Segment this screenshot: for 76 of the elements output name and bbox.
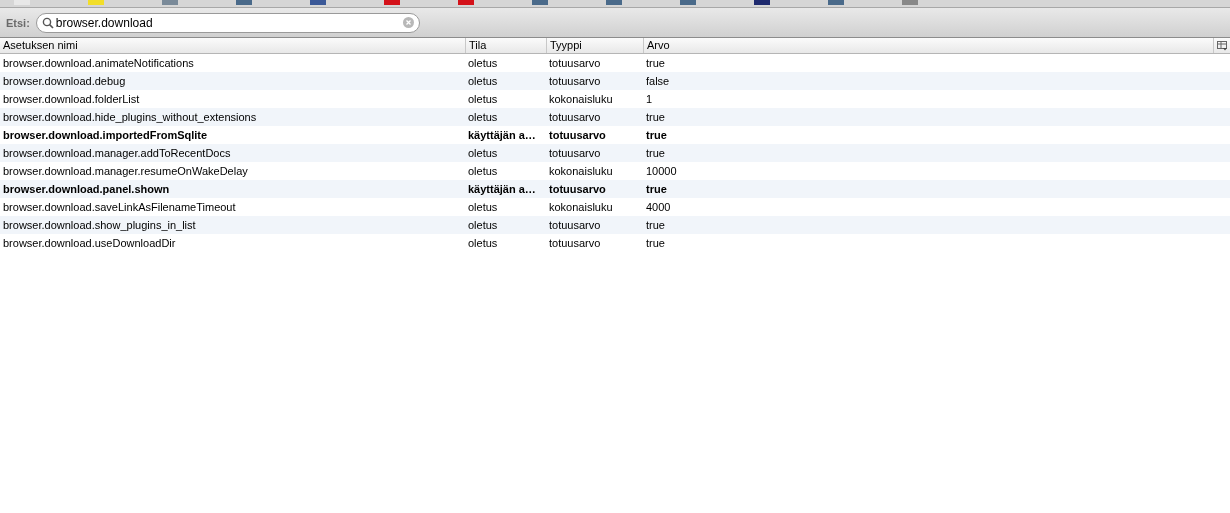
table-cell-text: kokonaisluku [548, 201, 614, 213]
clear-icon[interactable] [402, 16, 414, 28]
favicon-icon[interactable] [902, 0, 918, 5]
table-cell-text: true [645, 57, 666, 69]
favicon-icon[interactable] [458, 0, 474, 5]
table-cell-text: 1 [645, 93, 654, 105]
table-row[interactable]: browser.download.useDownloadDir oletus totuusarvo true [0, 234, 1230, 252]
table-row[interactable]: browser.download.panel.shown käyttäjän a… totuusarvo true [0, 180, 1230, 198]
table-cell-text: browser.download.show_plugins_in_list [2, 219, 197, 231]
table-cell-text: browser.download.useDownloadDir [2, 237, 177, 249]
favicon-icon[interactable] [606, 0, 622, 5]
table-cell-text: käyttäjän a… [467, 183, 537, 195]
table-cell-text: totuusarvo [548, 57, 602, 69]
table-cell-text: true [645, 111, 666, 123]
table-row[interactable]: browser.download.saveLinkAsFilenameTimeout oletus kokonaisluku 4000 [0, 198, 1230, 216]
table-cell-text: totuusarvo [548, 183, 607, 195]
table-cell-text: käyttäjän a… [467, 129, 537, 141]
table-cell-text: totuusarvo [548, 129, 607, 141]
table-cell-text: browser.download.debug [2, 75, 127, 87]
favicon-icon[interactable] [384, 0, 400, 5]
table-cell-text: browser.download.folderList [2, 93, 141, 105]
table-row[interactable]: browser.download.manager.addToRecentDocs oletus totuusarvo true [0, 144, 1230, 162]
favicon-icon[interactable] [162, 0, 178, 5]
column-header[interactable]: Tila [465, 38, 546, 53]
table-cell-text: browser.download.importedFromSqlite [2, 129, 209, 141]
table-cell-text: totuusarvo [548, 219, 602, 231]
table-cell-text: true [645, 219, 666, 231]
column-picker-icon[interactable] [1216, 40, 1228, 51]
favicon-icon[interactable] [754, 0, 770, 5]
search-label: Etsi: [6, 16, 30, 29]
table-row[interactable]: browser.download.folderList oletus kokonaisluku 1 [0, 90, 1230, 108]
table-cell-text: true [645, 183, 668, 195]
favicon-icon[interactable] [88, 0, 104, 5]
table-cell-text: totuusarvo [548, 147, 602, 159]
search-field[interactable]: browser.download [35, 12, 420, 33]
table-cell-text: browser.download.manager.addToRecentDocs [2, 147, 232, 159]
table-cell-text: oletus [467, 75, 499, 87]
search-icon [41, 16, 54, 29]
table-cell-text: browser.download.panel.shown [2, 183, 171, 195]
favicon-icon[interactable] [828, 0, 844, 5]
table-cell-text: browser.download.manager.resumeOnWakeDelay [2, 165, 249, 177]
column-header[interactable]: Arvo [643, 38, 1213, 53]
table-cell-text: browser.download.animateNotifications [2, 57, 195, 69]
table-row[interactable]: browser.download.hide_plugins_without_extensions oletus totuusarvo true [0, 108, 1230, 126]
column-header[interactable]: Tyyppi [546, 38, 643, 53]
table-cell-text: totuusarvo [548, 237, 602, 249]
table-row[interactable]: browser.download.animateNotifications oletus totuusarvo true [0, 54, 1230, 72]
table-cell-text: oletus [467, 237, 499, 249]
table-cell-text: 10000 [645, 165, 678, 177]
table-row[interactable]: browser.download.manager.resumeOnWakeDelay oletus kokonaisluku 10000 [0, 162, 1230, 180]
favicon-icon[interactable] [236, 0, 252, 5]
favicon-icon[interactable] [680, 0, 696, 5]
table-cell-text: oletus [467, 201, 499, 213]
table-cell-text: kokonaisluku [548, 165, 614, 177]
table-cell-text: kokonaisluku [548, 93, 614, 105]
table-cell-text: false [645, 75, 671, 87]
table-cell-text: oletus [467, 219, 499, 231]
table-cell-text: oletus [467, 111, 499, 123]
table-cell-text: 4000 [645, 201, 672, 213]
table-row[interactable]: browser.download.debug oletus totuusarvo false [0, 72, 1230, 90]
favicon-icon[interactable] [532, 0, 548, 5]
table-cell-text: true [645, 129, 668, 141]
table-cell-text: browser.download.hide_plugins_without_extensions [2, 111, 258, 123]
column-header[interactable]: Asetuksen nimi [0, 38, 465, 53]
table-cell-text: oletus [467, 165, 499, 177]
favicon-icon[interactable] [310, 0, 326, 5]
table-row[interactable]: browser.download.show_plugins_in_list oletus totuusarvo true [0, 216, 1230, 234]
table-cell-text: oletus [467, 147, 499, 159]
table-row[interactable]: browser.download.importedFromSqlite käyttäjän a… totuusarvo true [0, 126, 1230, 144]
table-cell-text: true [645, 237, 666, 249]
table-cell-text: true [645, 147, 666, 159]
table-cell-text: oletus [467, 93, 499, 105]
table-cell-text: browser.download.saveLinkAsFilenameTimeout [2, 201, 237, 213]
table-cell-text: totuusarvo [548, 111, 602, 123]
table-cell-text: totuusarvo [548, 75, 602, 87]
table-cell-text: oletus [467, 57, 499, 69]
